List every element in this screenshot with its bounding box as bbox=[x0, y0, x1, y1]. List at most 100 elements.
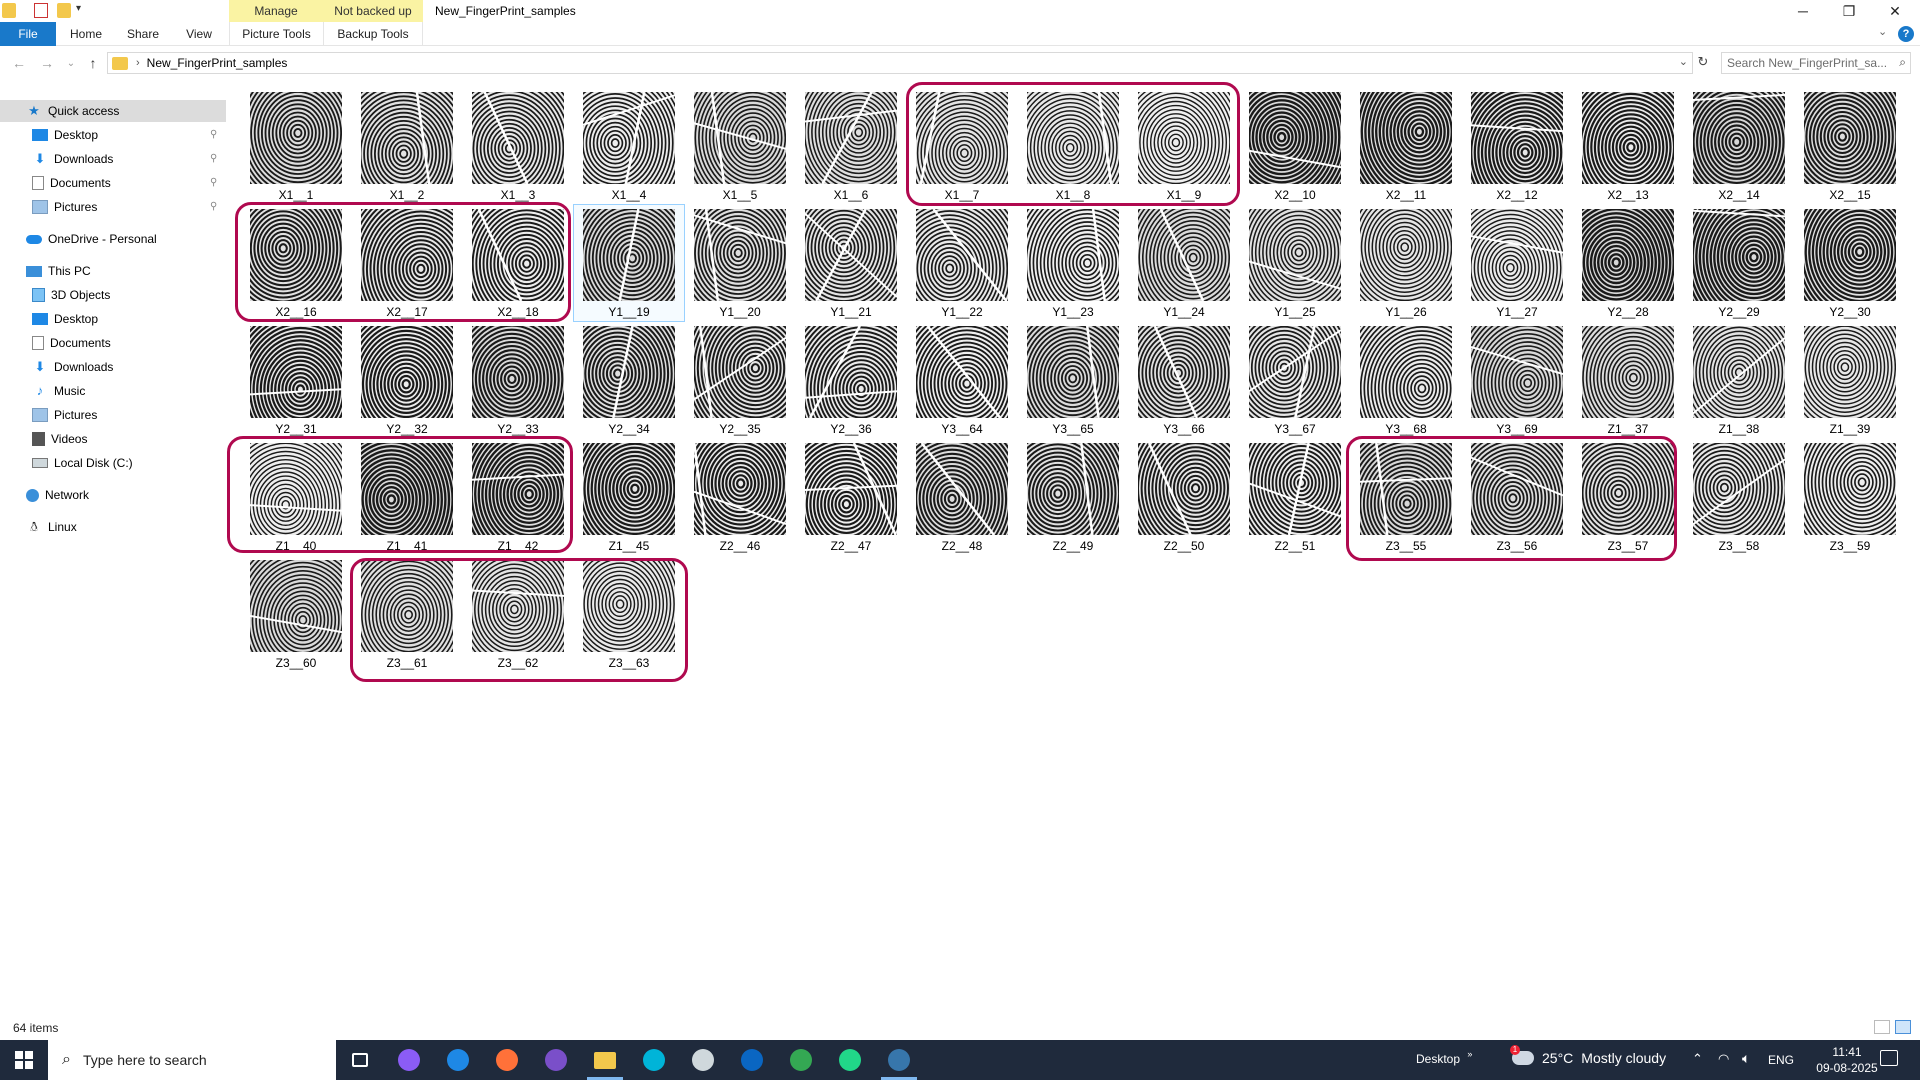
file-item[interactable]: X1__5 bbox=[685, 88, 795, 204]
file-item[interactable]: Z1__41 bbox=[352, 439, 462, 555]
nav-linux[interactable]: 🐧︎ Linux bbox=[0, 516, 77, 538]
nav-quick-documents[interactable]: Documents ⚲ bbox=[0, 172, 217, 194]
file-item[interactable]: Z1__39 bbox=[1795, 322, 1905, 438]
breadcrumb[interactable]: New_FingerPrint_samples bbox=[147, 56, 288, 70]
file-item[interactable]: X1__8 bbox=[1018, 88, 1128, 204]
file-item[interactable]: Z2__49 bbox=[1018, 439, 1128, 555]
file-item[interactable]: X1__4 bbox=[574, 88, 684, 204]
show-desktop-toolbar[interactable]: Desktop » bbox=[1416, 1049, 1472, 1066]
taskbar-search-box[interactable]: ⌕ Type here to search bbox=[48, 1040, 336, 1080]
file-item[interactable]: Z3__63 bbox=[574, 556, 684, 672]
canva-icon[interactable] bbox=[630, 1044, 678, 1076]
python-icon[interactable] bbox=[875, 1044, 923, 1080]
minimize-button[interactable]: ─ bbox=[1780, 0, 1826, 22]
file-item[interactable]: Z1__45 bbox=[574, 439, 684, 555]
nav-music[interactable]: ♪ Music bbox=[0, 380, 86, 402]
file-item[interactable]: X2__11 bbox=[1351, 88, 1461, 204]
large-icons-view-icon[interactable] bbox=[1895, 1020, 1911, 1034]
file-item[interactable]: X2__18 bbox=[463, 205, 573, 321]
nav-quick-pictures[interactable]: Pictures ⚲ bbox=[0, 196, 217, 218]
expand-ribbon-icon[interactable]: ⌄ bbox=[1878, 25, 1887, 38]
file-item[interactable]: X1__6 bbox=[796, 88, 906, 204]
tab-picture-tools[interactable]: Picture Tools bbox=[229, 22, 323, 46]
file-item[interactable]: X2__16 bbox=[241, 205, 351, 321]
address-dropdown-icon[interactable]: ⌄ bbox=[1679, 55, 1688, 68]
file-item[interactable]: Y1__27 bbox=[1462, 205, 1572, 321]
file-item[interactable]: Z1__38 bbox=[1684, 322, 1794, 438]
file-item[interactable]: Z2__46 bbox=[685, 439, 795, 555]
clock[interactable]: 11:41 09-08-2025 bbox=[1812, 1044, 1882, 1076]
file-item[interactable]: Y2__35 bbox=[685, 322, 795, 438]
file-item[interactable]: Y3__65 bbox=[1018, 322, 1128, 438]
properties-icon[interactable] bbox=[34, 3, 48, 18]
file-item[interactable]: Y1__22 bbox=[907, 205, 1017, 321]
tab-file[interactable]: File bbox=[0, 22, 56, 46]
file-item[interactable]: X1__9 bbox=[1129, 88, 1239, 204]
restore-button[interactable]: ❐ bbox=[1826, 0, 1872, 22]
nav-pictures[interactable]: Pictures bbox=[0, 404, 97, 426]
file-item[interactable]: X2__14 bbox=[1684, 88, 1794, 204]
notification-center-icon[interactable] bbox=[1880, 1050, 1898, 1066]
file-item[interactable]: X1__1 bbox=[241, 88, 351, 204]
file-item[interactable]: Y1__20 bbox=[685, 205, 795, 321]
file-item[interactable]: Z3__55 bbox=[1351, 439, 1461, 555]
pin-icon[interactable]: ⚲ bbox=[210, 201, 220, 212]
nav-videos[interactable]: Videos bbox=[0, 428, 87, 450]
nav-onedrive[interactable]: OneDrive - Personal bbox=[0, 228, 157, 250]
file-item[interactable]: X2__17 bbox=[352, 205, 462, 321]
customize-quick-access-icon[interactable]: ▾ bbox=[76, 3, 86, 18]
refresh-icon[interactable]: ↻ bbox=[1694, 54, 1712, 72]
nav-downloads[interactable]: ⬇ Downloads bbox=[0, 356, 114, 378]
file-item[interactable]: Z2__50 bbox=[1129, 439, 1239, 555]
file-item[interactable]: Y1__24 bbox=[1129, 205, 1239, 321]
edge-icon[interactable] bbox=[434, 1044, 482, 1076]
pycharm-icon[interactable] bbox=[826, 1044, 874, 1076]
file-item[interactable]: Z1__37 bbox=[1573, 322, 1683, 438]
file-item[interactable]: X1__2 bbox=[352, 88, 462, 204]
pin-icon[interactable]: ⚲ bbox=[210, 153, 220, 164]
weather-widget[interactable]: 1 25°C Mostly cloudy bbox=[1510, 1045, 1666, 1066]
new-folder-icon[interactable] bbox=[57, 3, 71, 18]
file-item[interactable]: Y3__66 bbox=[1129, 322, 1239, 438]
file-item[interactable]: Y1__26 bbox=[1351, 205, 1461, 321]
file-item[interactable]: Y2__33 bbox=[463, 322, 573, 438]
file-item[interactable]: Y2__30 bbox=[1795, 205, 1905, 321]
help-icon[interactable]: ? bbox=[1898, 26, 1914, 42]
file-item[interactable]: Y1__25 bbox=[1240, 205, 1350, 321]
file-item[interactable]: Y2__31 bbox=[241, 322, 351, 438]
file-item[interactable]: Z3__62 bbox=[463, 556, 573, 672]
file-item[interactable]: Y3__67 bbox=[1240, 322, 1350, 438]
file-item[interactable]: X2__13 bbox=[1573, 88, 1683, 204]
tab-home[interactable]: Home bbox=[66, 22, 106, 46]
forward-arrow-icon[interactable]: → bbox=[36, 52, 58, 74]
details-view-icon[interactable] bbox=[1874, 1020, 1890, 1034]
file-item[interactable]: X1__7 bbox=[907, 88, 1017, 204]
file-item[interactable]: Y2__34 bbox=[574, 322, 684, 438]
pin-icon[interactable]: ⚲ bbox=[210, 129, 220, 140]
file-item[interactable]: Z2__47 bbox=[796, 439, 906, 555]
file-item[interactable]: Z1__42 bbox=[463, 439, 573, 555]
nav-documents[interactable]: Documents bbox=[0, 332, 111, 354]
file-item[interactable]: Y1__19 bbox=[573, 204, 685, 322]
breadcrumb-separator-icon[interactable]: › bbox=[136, 57, 140, 69]
file-item[interactable]: Z1__40 bbox=[241, 439, 351, 555]
folder-icon[interactable] bbox=[2, 3, 16, 18]
file-item[interactable]: Z3__59 bbox=[1795, 439, 1905, 555]
pin-icon[interactable]: ⚲ bbox=[210, 177, 220, 188]
nav-quick-desktop[interactable]: Desktop ⚲ bbox=[0, 124, 217, 146]
nav-local-disk[interactable]: Local Disk (C:) bbox=[0, 452, 133, 474]
up-arrow-icon[interactable]: ↑ bbox=[82, 52, 104, 74]
nav-this-pc[interactable]: This PC bbox=[0, 260, 91, 282]
task-view-icon[interactable] bbox=[336, 1044, 384, 1076]
address-bar[interactable]: › New_FingerPrint_samples ⌄ bbox=[107, 52, 1693, 74]
file-item[interactable]: Z3__57 bbox=[1573, 439, 1683, 555]
file-item[interactable]: X2__12 bbox=[1462, 88, 1572, 204]
close-button[interactable]: ✕ bbox=[1872, 0, 1918, 22]
nav-desktop[interactable]: Desktop bbox=[0, 308, 98, 330]
recent-dropdown-icon[interactable]: ⌄ bbox=[60, 52, 82, 74]
outlook-icon[interactable] bbox=[728, 1044, 776, 1076]
search-input[interactable]: Search New_FingerPrint_sa... ⌕ bbox=[1721, 52, 1911, 74]
file-item[interactable]: Z3__56 bbox=[1462, 439, 1572, 555]
tab-view[interactable]: View bbox=[180, 22, 218, 46]
app-icon[interactable] bbox=[532, 1044, 580, 1076]
